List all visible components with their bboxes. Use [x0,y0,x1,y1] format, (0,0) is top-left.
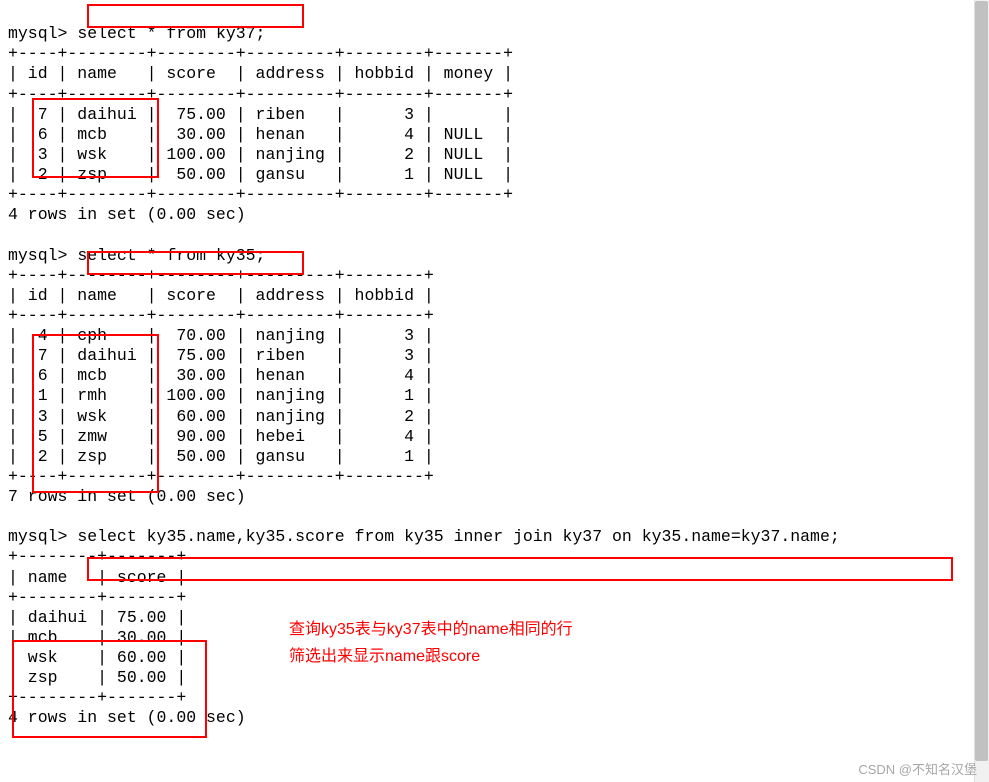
separator: +----+--------+--------+---------+------… [8,185,513,204]
scrollbar-track[interactable] [974,0,989,782]
table-header: | id | name | score | address | hobbid |… [8,64,513,83]
table-row: | 6 | mcb | 30.00 | henan | 4 | [8,366,434,385]
scrollbar-thumb[interactable] [975,1,988,761]
separator: +--------+-------+ [8,588,186,607]
annotation-line-1: 查询ky35表与ky37表中的name相同的行 [289,616,573,643]
sql-query-2: select * from ky35; [77,246,265,265]
separator: +----+--------+--------+---------+------… [8,85,513,104]
mysql-prompt[interactable]: mysql> [8,24,67,43]
sql-query-1: select * from ky37; [77,24,265,43]
table-row: | mcb | 30.00 | [8,628,186,647]
table-row: | 7 | daihui | 75.00 | riben | 3 | [8,346,434,365]
table-row: | 5 | zmw | 90.00 | hebei | 4 | [8,427,434,446]
separator: +--------+-------+ [8,547,186,566]
annotation-text: 查询ky35表与ky37表中的name相同的行 筛选出来显示name跟score [289,616,573,670]
table-row: | 4 | cph | 70.00 | nanjing | 3 | [8,326,434,345]
table-row: | 1 | rmh | 100.00 | nanjing | 1 | [8,386,434,405]
separator: +----+--------+--------+---------+------… [8,467,434,486]
mysql-prompt[interactable]: mysql> [8,246,67,265]
watermark: CSDN @不知名汉堡 [858,762,977,778]
table-row: | 7 | daihui | 75.00 | riben | 3 | | [8,105,513,124]
table-row: | daihui | 75.00 | [8,608,186,627]
table-row: | 3 | wsk | 60.00 | nanjing | 2 | [8,407,434,426]
table-row: | 2 | zsp | 50.00 | gansu | 1 | NULL | [8,165,513,184]
table-header: | name | score | [8,568,186,587]
mysql-prompt[interactable]: mysql> [8,527,67,546]
table-row: | zsp | 50.00 | [8,668,186,687]
sql-query-3: select ky35.name,ky35.score from ky35 in… [77,527,839,546]
separator: +--------+-------+ [8,688,186,707]
table-row: | 3 | wsk | 100.00 | nanjing | 2 | NULL … [8,145,513,164]
separator: +----+--------+--------+---------+------… [8,266,434,285]
result-footer: 4 rows in set (0.00 sec) [8,205,246,224]
table-row: | wsk | 60.00 | [8,648,186,667]
table-row: | 6 | mcb | 30.00 | henan | 4 | NULL | [8,125,513,144]
result-footer: 4 rows in set (0.00 sec) [8,708,246,727]
table-row: | 2 | zsp | 50.00 | gansu | 1 | [8,447,434,466]
result-footer: 7 rows in set (0.00 sec) [8,487,246,506]
table-header: | id | name | score | address | hobbid | [8,286,434,305]
separator: +----+--------+--------+---------+------… [8,44,513,63]
annotation-line-2: 筛选出来显示name跟score [289,643,573,670]
separator: +----+--------+--------+---------+------… [8,306,434,325]
